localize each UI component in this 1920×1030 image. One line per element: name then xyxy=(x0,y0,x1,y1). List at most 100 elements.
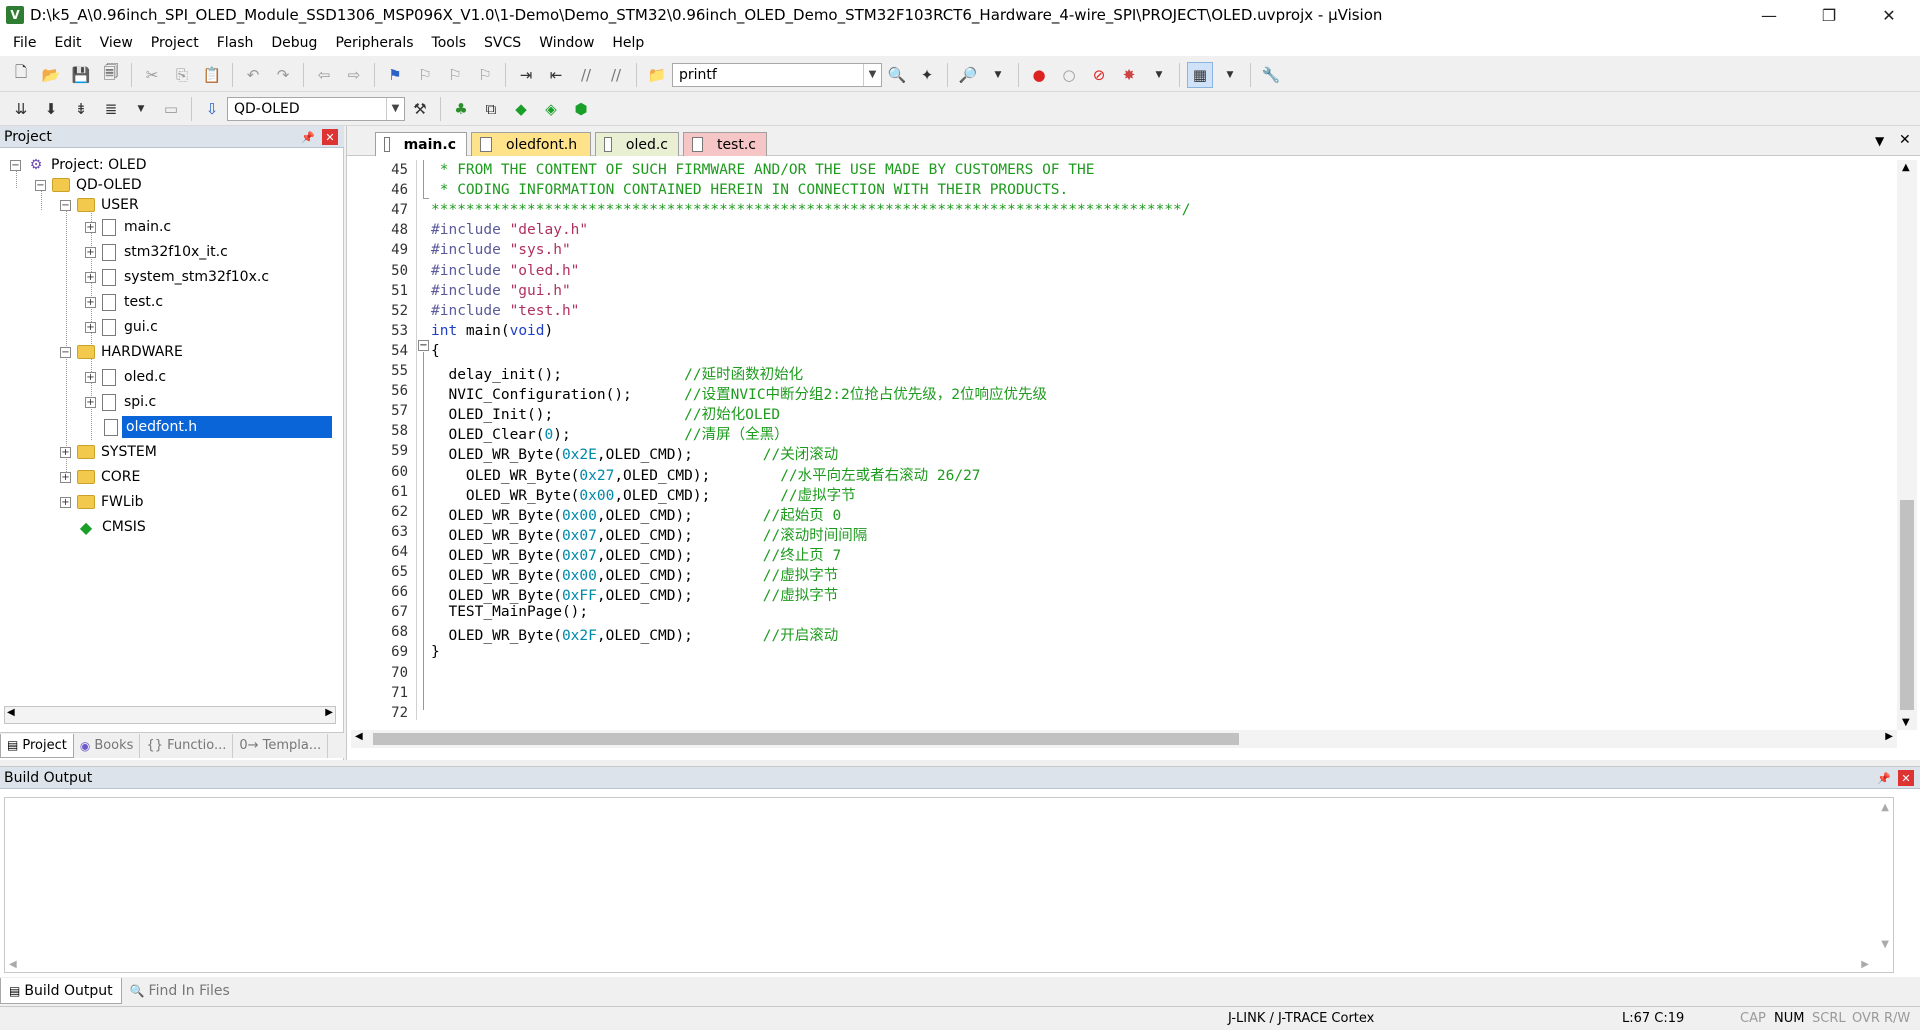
undo-icon[interactable]: ↶ xyxy=(240,62,266,88)
uncomment-icon[interactable]: // xyxy=(603,62,629,88)
menu-flash[interactable]: Flash xyxy=(208,30,263,56)
close-window-button[interactable]: ✕ xyxy=(1866,0,1912,30)
expand-icon[interactable]: + xyxy=(85,246,96,258)
navigate-forward-icon[interactable]: ⇨ xyxy=(341,62,367,88)
window-layout-icon[interactable]: ▦ xyxy=(1187,61,1213,88)
tab-build-output[interactable]: ▤ Build Output xyxy=(0,978,122,1004)
tab-test-c[interactable]: test.c xyxy=(683,132,767,156)
editor-horizontal-scrollbar[interactable]: ◀ ▶ xyxy=(351,730,1897,748)
find-icon[interactable]: 🔍 xyxy=(884,62,910,88)
restore-button[interactable]: ❐ xyxy=(1806,0,1852,30)
comment-icon[interactable]: // xyxy=(573,62,599,88)
chevron-down-icon[interactable]: ▼ xyxy=(1217,62,1243,88)
redo-icon[interactable]: ↷ xyxy=(270,62,296,88)
tree-group-hardware[interactable]: − HARDWARE xyxy=(60,341,183,363)
tree-file-main-c[interactable]: + main.c xyxy=(85,216,171,238)
scrollbar-thumb[interactable] xyxy=(1900,500,1914,710)
scroll-up-icon[interactable]: ▲ xyxy=(1902,162,1910,173)
breakpoint-icon[interactable]: ● xyxy=(1026,62,1052,88)
close-icon[interactable]: ✕ xyxy=(1898,770,1914,786)
menu-project[interactable]: Project xyxy=(142,30,208,56)
stop-build-icon[interactable]: ▭ xyxy=(158,96,184,122)
menu-window[interactable]: Window xyxy=(530,30,603,56)
tab-project[interactable]: ▤ Project xyxy=(0,733,74,758)
menu-edit[interactable]: Edit xyxy=(45,30,90,56)
target-select[interactable]: QD-OLED ▼ xyxy=(227,96,405,121)
expand-icon[interactable]: + xyxy=(85,371,96,383)
tree-file-oled-c[interactable]: + oled.c xyxy=(85,366,166,388)
batch-build-icon[interactable]: ≣ xyxy=(98,96,124,122)
close-icon[interactable]: ✕ xyxy=(322,129,338,145)
expand-icon[interactable]: + xyxy=(85,296,96,308)
menu-help[interactable]: Help xyxy=(603,30,653,56)
prev-bookmark-icon[interactable]: ⚐ xyxy=(412,62,438,88)
clear-bookmarks-icon[interactable]: ⚐ xyxy=(472,62,498,88)
scroll-left-icon[interactable]: ◀ xyxy=(355,731,363,742)
collapse-icon[interactable]: − xyxy=(60,346,71,358)
kill-all-breakpoints-icon[interactable]: ✸ xyxy=(1116,62,1142,88)
translate-icon[interactable]: ⇊ xyxy=(8,96,34,122)
menu-debug[interactable]: Debug xyxy=(262,30,326,56)
tree-group-fwlib[interactable]: + FWLib xyxy=(60,491,143,513)
tree-file-stm32f10x-it-c[interactable]: + stm32f10x_it.c xyxy=(85,241,228,263)
tree-file-spi-c[interactable]: + spi.c xyxy=(85,391,156,413)
menu-view[interactable]: View xyxy=(91,30,142,56)
tree-file-test-c[interactable]: + test.c xyxy=(85,291,163,313)
pack-installer-icon[interactable]: ⬢ xyxy=(568,96,594,122)
tree-file-system-stm32f10x-c[interactable]: + system_stm32f10x.c xyxy=(85,266,269,288)
find-combo[interactable]: printf ▼ xyxy=(672,62,882,87)
chevron-down-icon[interactable]: ▼ xyxy=(863,63,881,86)
bookmark-icon[interactable]: ⚑ xyxy=(382,62,408,88)
menu-tools[interactable]: Tools xyxy=(423,30,476,56)
scroll-right-icon[interactable]: ▶ xyxy=(1885,731,1893,742)
tab-oledfont-h[interactable]: oledfont.h xyxy=(471,132,591,156)
chevron-down-icon[interactable]: ▼ xyxy=(128,96,154,122)
menu-svcs[interactable]: SVCS xyxy=(475,30,530,56)
tab-templates[interactable]: 0→ Templa... xyxy=(233,733,329,758)
close-icon[interactable]: ✕ xyxy=(1899,132,1911,148)
minimize-button[interactable]: — xyxy=(1746,0,1792,30)
expand-icon[interactable]: + xyxy=(85,271,96,283)
tab-functions[interactable]: {} Functio... xyxy=(140,733,234,758)
code-editor[interactable]: 45 46 47 48 49 50 51 52 53 54 55 56 57 58 59 60 61 62 63 64… xyxy=(351,160,1889,720)
scroll-right-icon[interactable]: ▶ xyxy=(325,707,333,718)
tab-oled-c[interactable]: oled.c xyxy=(595,132,679,156)
cut-icon[interactable]: ✂ xyxy=(139,62,165,88)
build-icon[interactable]: ⬇ xyxy=(38,96,64,122)
tab-list-dropdown-icon[interactable]: ▼ xyxy=(1875,134,1884,148)
copy-icon[interactable]: ⎘ xyxy=(169,62,195,88)
tree-file-oledfont-h[interactable]: oledfont.h xyxy=(104,416,332,438)
save-all-icon[interactable]: 🗐 xyxy=(98,62,124,88)
new-file-icon[interactable]: 🗋 xyxy=(8,62,34,88)
scroll-down-icon[interactable]: ▼ xyxy=(1902,717,1910,728)
expand-icon[interactable]: + xyxy=(85,321,96,333)
tree-group-core[interactable]: + CORE xyxy=(60,466,140,488)
load-download-icon[interactable]: ⇩ xyxy=(199,96,225,122)
manage-multi-project-icon[interactable]: ⧉ xyxy=(478,96,504,122)
disable-all-breakpoints-icon[interactable]: ⊘ xyxy=(1086,62,1112,88)
tree-file-gui-c[interactable]: + gui.c xyxy=(85,316,158,338)
fold-collapse-icon[interactable]: − xyxy=(418,340,429,351)
scroll-up-icon[interactable]: ▲ xyxy=(1881,802,1889,813)
scroll-left-icon[interactable]: ◀ xyxy=(9,959,17,970)
project-horizontal-scrollbar[interactable]: ◀ ▶ xyxy=(4,706,336,724)
rebuild-icon[interactable]: ⇟ xyxy=(68,96,94,122)
scroll-right-icon[interactable]: ▶ xyxy=(1861,959,1869,970)
tree-item-target[interactable]: − QD-OLED xyxy=(35,174,142,196)
expand-icon[interactable]: + xyxy=(85,221,96,233)
pin-icon[interactable]: 📌 xyxy=(1876,770,1892,786)
disable-breakpoint-icon[interactable]: ○ xyxy=(1056,62,1082,88)
unindent-icon[interactable]: ⇤ xyxy=(543,62,569,88)
tree-group-system[interactable]: + SYSTEM xyxy=(60,441,157,463)
collapse-icon[interactable]: − xyxy=(35,179,46,191)
tree-item-project[interactable]: − ⚙ Project: OLED xyxy=(10,154,147,176)
expand-icon[interactable]: + xyxy=(60,446,71,458)
expand-icon[interactable]: + xyxy=(85,396,96,408)
tab-books[interactable]: ◉ Books xyxy=(74,733,141,758)
scroll-down-icon[interactable]: ▼ xyxy=(1881,939,1889,950)
paste-icon[interactable]: 📋 xyxy=(199,62,225,88)
expand-icon[interactable]: + xyxy=(60,471,71,483)
incremental-find-icon[interactable]: ✦ xyxy=(914,62,940,88)
tree-group-cmsis[interactable]: ◆ CMSIS xyxy=(78,516,146,538)
open-file-icon[interactable]: 📂 xyxy=(38,62,64,88)
